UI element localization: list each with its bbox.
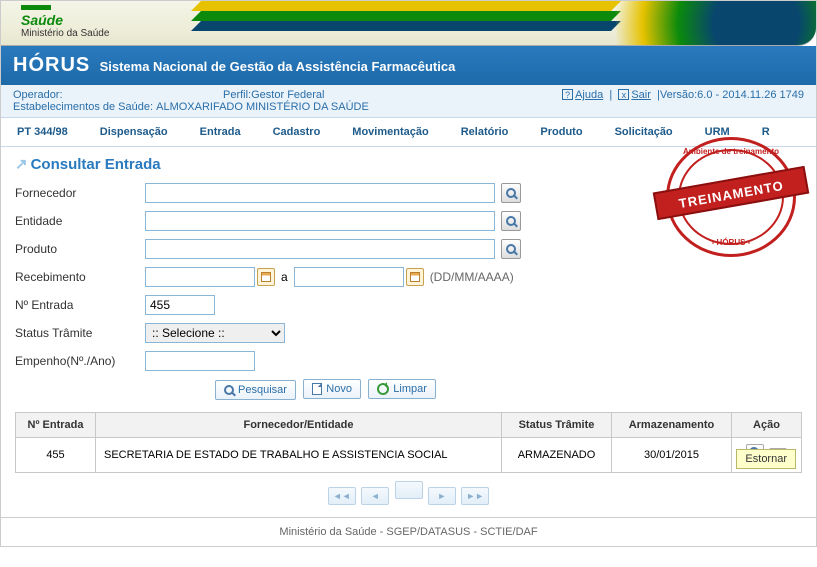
recebimento-to-calendar-button[interactable]	[406, 268, 424, 286]
col-nentrada: Nº Entrada	[16, 413, 96, 438]
estab-value: ALMOXARIFADO MINISTÉRIO DA SAÚDE	[156, 101, 369, 113]
search-icon	[506, 216, 516, 226]
recebimento-to-input[interactable]	[294, 267, 404, 287]
cell-status: ARMAZENADO	[502, 438, 612, 473]
recebimento-from-calendar-button[interactable]	[257, 268, 275, 286]
menu-entrada[interactable]: Entrada	[184, 124, 257, 140]
help-icon[interactable]: ?	[562, 89, 573, 100]
stamp-top-text: Ambiente de treinamento	[666, 147, 796, 156]
col-armazenamento: Armazenamento	[612, 413, 732, 438]
pager-prev[interactable]: ◄	[361, 487, 389, 505]
empenho-input[interactable]	[145, 351, 255, 371]
calendar-icon	[261, 272, 271, 282]
col-status: Status Trâmite	[502, 413, 612, 438]
new-icon	[312, 383, 322, 395]
banner: Saúde Ministério da Saúde	[1, 1, 816, 46]
produto-input[interactable]	[145, 239, 495, 259]
search-icon	[506, 188, 516, 198]
ministerio-text: Ministério da Saúde	[21, 28, 109, 39]
recebimento-label: Recebimento	[15, 270, 145, 284]
version-text: Versão:6.0 - 2014.11.26 1749	[660, 89, 804, 101]
system-tagline: Sistema Nacional de Gestão da Assistênci…	[100, 59, 456, 74]
menu-cadastro[interactable]: Cadastro	[257, 124, 337, 140]
system-name: HÓRUS	[13, 54, 90, 76]
info-strip: Operador: Perfil:Gestor Federal ?Ajuda |…	[1, 85, 816, 118]
pager-last[interactable]: ►►	[461, 487, 489, 505]
perfil-value: Gestor Federal	[251, 89, 324, 101]
table-row: 455 SECRETARIA DE ESTADO DE TRABALHO E A…	[16, 438, 802, 473]
perfil-label: Perfil:	[223, 89, 251, 101]
empenho-label: Empenho(Nº./Ano)	[15, 354, 145, 368]
search-icon	[224, 385, 234, 395]
saude-logo-text: Saúde	[21, 12, 109, 28]
cell-armazenamento: 30/01/2015	[612, 438, 732, 473]
help-link[interactable]: Ajuda	[575, 89, 603, 101]
footer: Ministério da Saúde - SGEP/DATASUS - SCT…	[1, 517, 816, 546]
entidade-lookup-button[interactable]	[501, 211, 521, 231]
nentrada-input[interactable]	[145, 295, 215, 315]
nentrada-label: Nº Entrada	[15, 298, 145, 312]
cell-fornecedor: SECRETARIA DE ESTADO DE TRABALHO E ASSIS…	[96, 438, 502, 473]
estab-label: Estabelecimentos de Saúde:	[13, 101, 153, 113]
menu-produto[interactable]: Produto	[524, 124, 598, 140]
entidade-input[interactable]	[145, 211, 495, 231]
limpar-button[interactable]: Limpar	[368, 379, 436, 399]
stamp-bottom-text: - HÓRUS -	[666, 238, 796, 247]
pager-next[interactable]: ►	[428, 487, 456, 505]
title-arrow-icon: ↗	[15, 155, 28, 173]
operador-label: Operador:	[13, 89, 223, 101]
menu-pt34498[interactable]: PT 344/98	[1, 124, 84, 140]
exit-link[interactable]: Sair	[631, 89, 651, 101]
novo-button[interactable]: Novo	[303, 379, 361, 399]
title-bar: HÓRUS Sistema Nacional de Gestão da Assi…	[1, 46, 816, 85]
fornecedor-lookup-button[interactable]	[501, 183, 521, 203]
fornecedor-label: Fornecedor	[15, 186, 145, 200]
entidade-label: Entidade	[15, 214, 145, 228]
col-acao: Ação	[732, 413, 802, 438]
fornecedor-input[interactable]	[145, 183, 495, 203]
menu-dispensacao[interactable]: Dispensação	[84, 124, 184, 140]
produto-lookup-button[interactable]	[501, 239, 521, 259]
search-icon	[506, 244, 516, 254]
clear-icon	[377, 383, 389, 395]
recebimento-sep: a	[281, 270, 288, 284]
exit-icon[interactable]: x	[618, 89, 629, 100]
status-select[interactable]: :: Selecione ::	[145, 323, 285, 343]
pager-first[interactable]: ◄◄	[328, 487, 356, 505]
menu-relatorio[interactable]: Relatório	[445, 124, 525, 140]
cell-nentrada: 455	[16, 438, 96, 473]
training-stamp: Ambiente de treinamento TREINAMENTO - HÓ…	[666, 137, 796, 257]
pagination: ◄◄ ◄ ► ►►	[15, 481, 802, 505]
results-table: Nº Entrada Fornecedor/Entidade Status Tr…	[15, 412, 802, 473]
col-fornecedor: Fornecedor/Entidade	[96, 413, 502, 438]
status-label: Status Trâmite	[15, 326, 145, 340]
recebimento-hint: (DD/MM/AAAA)	[430, 270, 514, 284]
pesquisar-button[interactable]: Pesquisar	[215, 380, 296, 400]
menu-movimentacao[interactable]: Movimentação	[336, 124, 444, 140]
calendar-icon	[410, 272, 420, 282]
tooltip-estornar: Estornar	[736, 449, 796, 469]
pager-current[interactable]	[395, 481, 423, 499]
recebimento-from-input[interactable]	[145, 267, 255, 287]
produto-label: Produto	[15, 242, 145, 256]
